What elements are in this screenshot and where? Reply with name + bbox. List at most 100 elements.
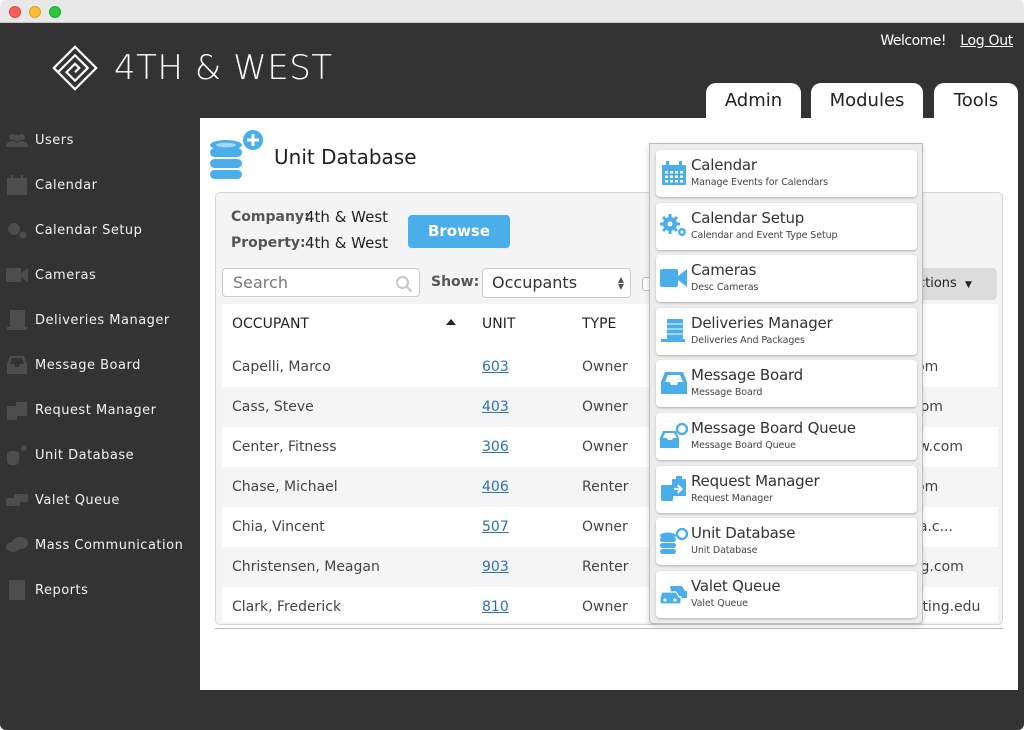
calendar-icon <box>660 159 688 187</box>
sidebar-item-calendar[interactable]: Calendar <box>6 173 97 197</box>
users-icon <box>6 130 28 150</box>
tools-menu-item-valet-queue[interactable]: Valet Queue Valet Queue <box>656 571 917 618</box>
unit-link[interactable]: 603 <box>482 347 509 387</box>
database-icon <box>660 527 688 555</box>
inbox-icon <box>6 355 28 375</box>
unit-link[interactable]: 406 <box>482 467 509 507</box>
inbox-plus-icon <box>660 422 688 450</box>
tools-menu-item-request-manager[interactable]: Request Manager Request Manager <box>656 466 917 513</box>
menu-item-description: Valet Queue <box>691 598 748 609</box>
sidebar-item-valet-queue[interactable]: Valet Queue <box>6 488 120 512</box>
tools-menu-item-unit-database[interactable]: Unit DatabaseUnit Database <box>656 518 917 565</box>
occupant-cell: Christensen, Meagan <box>232 547 380 587</box>
select-arrows-icon: ▲▼ <box>618 276 624 290</box>
sidebar-item-request-manager[interactable]: Request Manager <box>6 398 156 422</box>
occupant-cell: Cass, Steve <box>232 387 314 427</box>
sidebar-item-message-board[interactable]: Message Board <box>6 353 141 377</box>
logout-link[interactable]: Log Out <box>960 33 1013 49</box>
inbox-icon <box>660 369 688 397</box>
menu-item-description: Message Board Queue <box>691 440 796 451</box>
search-field[interactable] <box>222 268 420 297</box>
calendar-icon <box>6 175 28 195</box>
menu-item-title: Valet Queue <box>691 577 780 595</box>
sidebar-item-label: Message Board <box>35 358 141 373</box>
tab-tools[interactable]: Tools <box>934 83 1018 123</box>
column-header-unit[interactable]: UNIT <box>482 304 515 344</box>
database-icon <box>6 445 28 465</box>
type-cell: Owner <box>582 387 628 427</box>
sidebar-item-mass-communication[interactable]: Mass Communication <box>6 533 183 557</box>
menu-item-title: Request Manager <box>691 472 819 490</box>
database-plus-icon <box>210 130 264 182</box>
tools-menu-item-message-board-queue[interactable]: Message Board Queue Message Board Queue <box>656 413 917 460</box>
cars-icon <box>6 490 28 510</box>
column-header-type[interactable]: TYPE <box>582 304 616 344</box>
company-label: Company: <box>231 209 310 225</box>
search-input[interactable] <box>223 269 383 296</box>
unit-link[interactable]: 403 <box>482 387 509 427</box>
unit-link[interactable]: 903 <box>482 547 509 587</box>
property-value: 4th & West <box>305 234 388 252</box>
sort-ascending-icon[interactable] <box>446 319 456 325</box>
sidebar-item-calendar-setup[interactable]: Calendar Setup <box>6 218 142 242</box>
menu-item-description: Desc Cameras <box>691 282 758 293</box>
menu-item-title: Cameras <box>691 261 756 279</box>
sidebar-item-deliveries-manager[interactable]: Deliveries Manager <box>6 308 170 332</box>
sidebar-item-label: Users <box>35 133 74 148</box>
type-cell: Owner <box>582 587 628 622</box>
show-select-value: Occupants <box>492 273 577 292</box>
menu-item-title: Message Board <box>691 366 803 384</box>
column-header-occupant[interactable]: OCCUPANT <box>232 304 309 344</box>
type-cell: Owner <box>582 507 628 547</box>
camera-icon <box>660 264 688 292</box>
app-frame: 4TH & WEST Welcome! Log Out Admin Module… <box>0 23 1024 730</box>
browse-button[interactable]: Browse <box>408 215 510 248</box>
menu-item-description: Unit Database <box>691 545 757 556</box>
occupant-cell: Center, Fitness <box>232 427 337 467</box>
search-icon[interactable] <box>395 275 413 293</box>
show-select[interactable]: Occupants ▲▼ <box>482 268 631 298</box>
menu-item-title: Calendar Setup <box>691 209 804 227</box>
property-label: Property: <box>231 235 306 251</box>
request-icon <box>6 400 28 420</box>
occupant-cell: Chia, Vincent <box>232 507 325 547</box>
menu-item-description: Manage Events for Calendars <box>691 177 828 188</box>
chat-icon <box>6 535 28 555</box>
tools-dropdown-menu: CalendarManage Events for Calendars Calen… <box>649 143 923 624</box>
tools-menu-item-deliveries-manager[interactable]: Deliveries ManagerDeliveries And Package… <box>656 308 917 355</box>
sidebar-item-users[interactable]: Users <box>6 128 74 152</box>
window-minimize-button[interactable] <box>29 6 41 18</box>
actions-label: ctions <box>918 276 957 291</box>
sidebar-item-label: Calendar <box>35 178 97 193</box>
gears-icon <box>660 212 688 240</box>
sidebar-item-label: Deliveries Manager <box>35 313 170 328</box>
menu-item-description: Message Board <box>691 387 762 398</box>
unit-link[interactable]: 810 <box>482 587 509 622</box>
menu-item-title: Message Board Queue <box>691 419 856 437</box>
sidebar-item-label: Reports <box>35 583 88 598</box>
report-icon <box>6 580 28 600</box>
tools-menu-item-cameras[interactable]: Cameras Desc Cameras <box>656 255 917 302</box>
request-icon <box>660 475 688 503</box>
packages-icon <box>6 310 28 330</box>
tools-menu-item-calendar[interactable]: CalendarManage Events for Calendars <box>656 150 917 197</box>
tab-admin[interactable]: Admin <box>706 83 801 119</box>
welcome-text: Welcome! <box>880 33 946 49</box>
caret-down-icon: ▼ <box>965 280 972 290</box>
maze-diamond-logo-icon <box>52 45 98 91</box>
tab-modules[interactable]: Modules <box>811 83 923 119</box>
window-zoom-button[interactable] <box>49 6 61 18</box>
company-value: 4th & West <box>305 208 388 226</box>
sidebar-item-unit-database[interactable]: Unit Database <box>6 443 134 467</box>
unit-link[interactable]: 507 <box>482 507 509 547</box>
tools-menu-item-message-board[interactable]: Message Board Message Board <box>656 360 917 407</box>
menu-item-description: Request Manager <box>691 493 773 504</box>
tools-menu-item-calendar-setup[interactable]: Calendar SetupCalendar and Event Type Se… <box>656 203 917 250</box>
window-close-button[interactable] <box>9 6 21 18</box>
unit-link[interactable]: 306 <box>482 427 509 467</box>
page-title: Unit Database <box>274 145 417 169</box>
sidebar-item-cameras[interactable]: Cameras <box>6 263 96 287</box>
packages-icon <box>660 317 688 345</box>
type-cell: Renter <box>582 547 628 587</box>
sidebar-item-reports[interactable]: Reports <box>6 578 88 602</box>
